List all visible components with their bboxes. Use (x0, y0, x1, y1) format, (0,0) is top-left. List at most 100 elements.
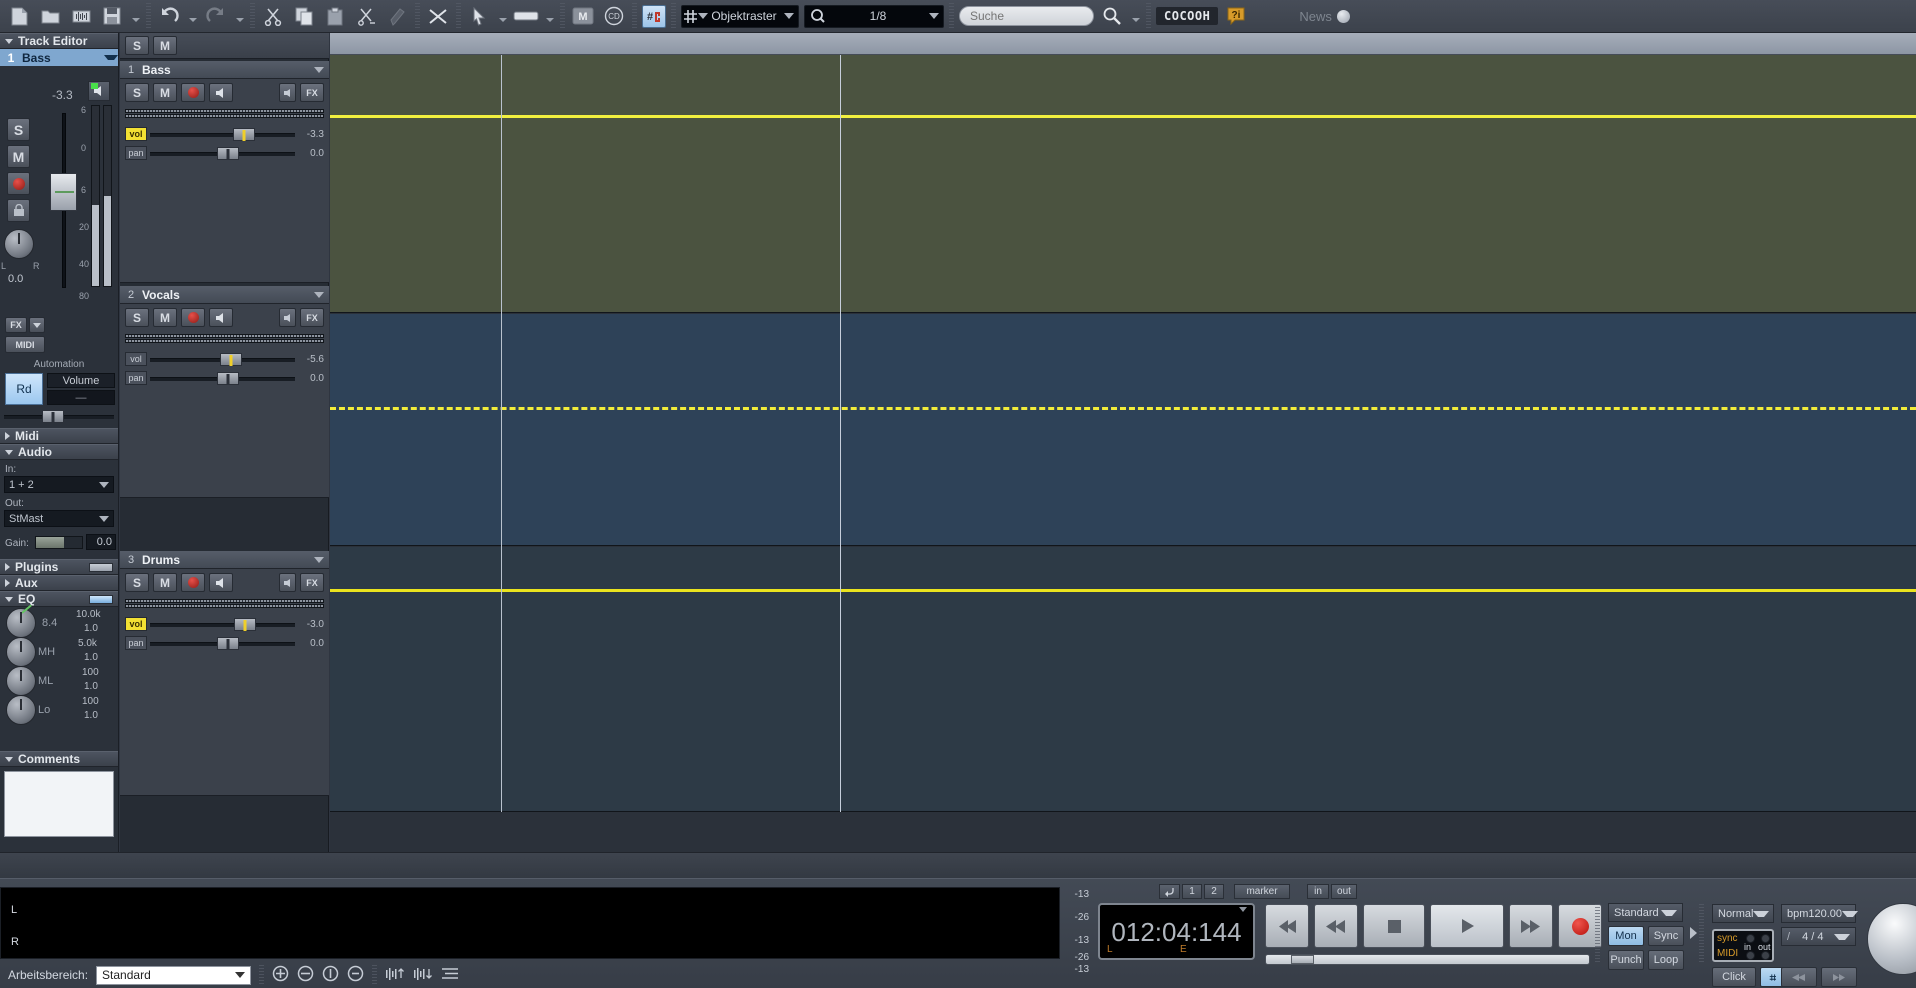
mixer-lock-button[interactable] (7, 199, 30, 222)
track-lane-vocals[interactable] (330, 314, 1916, 546)
nudge-back-button[interactable] (1781, 967, 1817, 987)
track-title-bar-1[interactable]: 1 Bass (120, 61, 329, 79)
sidebar-section-plugins[interactable]: Plugins (0, 559, 118, 575)
time-signature-select[interactable]: /4 / 4 (1781, 927, 1856, 946)
track-vol-tag-3[interactable]: vol (125, 617, 147, 631)
quantize-combo[interactable]: 1/8 (804, 4, 944, 28)
track-vol-slider-2[interactable] (150, 353, 295, 366)
new-file-icon[interactable] (6, 4, 32, 29)
eq-freq-value-hi[interactable]: 10.0k (76, 609, 100, 620)
track-fx-3[interactable]: FX (300, 573, 324, 592)
click-button[interactable]: Click (1712, 967, 1756, 987)
help-badge-icon[interactable]: ?i (1223, 4, 1249, 29)
audio-gain-slider[interactable] (35, 536, 83, 549)
eq-freq-value-ml[interactable]: 100 (82, 667, 99, 678)
trim-icon[interactable] (353, 4, 379, 29)
mixer-solo-button[interactable]: S (7, 118, 30, 141)
mixer-fx-caret[interactable] (29, 317, 45, 333)
eq-toggle[interactable] (89, 594, 113, 604)
track-lane-bass[interactable] (330, 55, 1916, 313)
eq-gain-knob-lo[interactable] (6, 695, 36, 725)
track-name-3[interactable]: Drums (142, 553, 180, 567)
eq-q-value-ml[interactable]: 1.0 (84, 681, 98, 692)
sidebar-section-comments[interactable]: Comments (0, 751, 118, 767)
track-mute-1[interactable]: M (153, 83, 177, 102)
eq-gain-knob-mh[interactable] (6, 637, 36, 667)
transport-position-slider[interactable] (1265, 954, 1590, 965)
pointer-tool-caret[interactable] (497, 4, 508, 29)
track-hide-2[interactable] (279, 308, 296, 327)
marker-nums-left-2[interactable]: 2 (1204, 884, 1224, 899)
edit-cursor[interactable] (501, 55, 502, 812)
master-level-meters[interactable]: L R (0, 887, 1060, 959)
snap-magnet-icon[interactable]: # (642, 4, 666, 28)
sidebar-section-aux[interactable]: Aux (0, 575, 118, 591)
play-button[interactable] (1430, 904, 1504, 948)
eq-q-value-lo[interactable]: 1.0 (84, 710, 98, 721)
track-fx-2[interactable]: FX (300, 308, 324, 327)
track-name-1[interactable]: Bass (142, 63, 171, 77)
track-mute-2[interactable]: M (153, 308, 177, 327)
grid-mode-caret[interactable] (780, 13, 798, 19)
global-solo-button[interactable]: S (125, 36, 149, 55)
tempo-mode-select[interactable]: Normal (1712, 904, 1774, 923)
track-menu-caret-2[interactable] (314, 291, 324, 298)
track-pan-tag-2[interactable]: pan (125, 371, 147, 385)
track-menu-caret-3[interactable] (314, 556, 324, 563)
track-monitor-2[interactable] (209, 308, 233, 327)
track-vol-slider-1[interactable] (150, 128, 295, 141)
rewind-button[interactable] (1314, 904, 1358, 948)
selected-track-caret[interactable] (104, 55, 118, 60)
track-hide-3[interactable] (279, 573, 296, 592)
bpm-select[interactable]: bpm120.00 (1781, 904, 1859, 923)
zoom-sel-icon[interactable] (347, 965, 364, 985)
sync-midi-indicator[interactable]: sync MIDI in out (1712, 929, 1774, 962)
punch-button[interactable]: Punch (1608, 950, 1644, 970)
comments-textarea[interactable] (4, 771, 114, 837)
news-indicator[interactable] (1336, 9, 1350, 23)
track-record-3[interactable] (181, 573, 205, 592)
wave-project-icon[interactable] (68, 4, 94, 29)
object-tool-icon[interactable] (513, 4, 539, 29)
copy-icon[interactable] (291, 4, 317, 29)
search-input[interactable] (959, 6, 1094, 26)
time-display[interactable]: 012:04:144 L E (1098, 903, 1255, 960)
eq-gain-knob-ml[interactable] (6, 666, 36, 696)
track-solo-2[interactable]: S (125, 308, 149, 327)
mixer-fx-button[interactable]: FX (5, 317, 27, 333)
track-fx-1[interactable]: FX (300, 83, 324, 102)
play-cursor[interactable] (840, 55, 841, 812)
record-mode-select[interactable]: Standard (1608, 903, 1683, 922)
automation-slider[interactable] (4, 410, 114, 423)
crossfade-icon[interactable] (425, 4, 451, 29)
audio-out-select[interactable]: StMast (4, 510, 114, 527)
mixer-mute-button[interactable]: M (7, 145, 30, 168)
zoom-in-icon[interactable] (272, 965, 289, 985)
zoom-fit-icon[interactable] (322, 965, 339, 985)
undo-icon[interactable] (156, 4, 182, 29)
undo-dropdown-caret[interactable] (187, 4, 198, 29)
wave-v-zoom-out-icon[interactable] (413, 966, 433, 985)
mixer-fader-handle[interactable] (50, 173, 77, 211)
sidebar-section-audio[interactable]: Audio (0, 444, 118, 460)
loop-button[interactable]: Loop (1648, 950, 1684, 970)
pointer-tool-icon[interactable] (466, 4, 492, 29)
stop-button[interactable] (1363, 904, 1425, 948)
redo-dropdown-caret[interactable] (234, 4, 245, 29)
selected-track-combo[interactable]: 1 Bass (0, 49, 118, 66)
transport-expand-arrow[interactable] (1690, 927, 1697, 939)
time-display-caret[interactable] (1239, 907, 1247, 912)
audio-gain-value[interactable]: 0.0 (86, 534, 116, 550)
transport-slider-handle[interactable] (1291, 955, 1314, 964)
automation-parameter[interactable]: Volume (47, 373, 115, 388)
track-pan-tag-1[interactable]: pan (125, 146, 147, 160)
search-icon[interactable] (1099, 4, 1125, 29)
track-height-icon[interactable] (441, 966, 459, 985)
track-editor-header[interactable]: Track Editor (0, 33, 118, 49)
search-caret[interactable] (1130, 4, 1141, 29)
automation-mode-button[interactable]: Rd (5, 373, 43, 405)
marker-in-button[interactable]: in (1307, 884, 1329, 899)
eq-freq-value-lo[interactable]: 100 (82, 696, 99, 707)
track-mute-3[interactable]: M (153, 573, 177, 592)
plugins-toggle[interactable] (89, 562, 113, 572)
